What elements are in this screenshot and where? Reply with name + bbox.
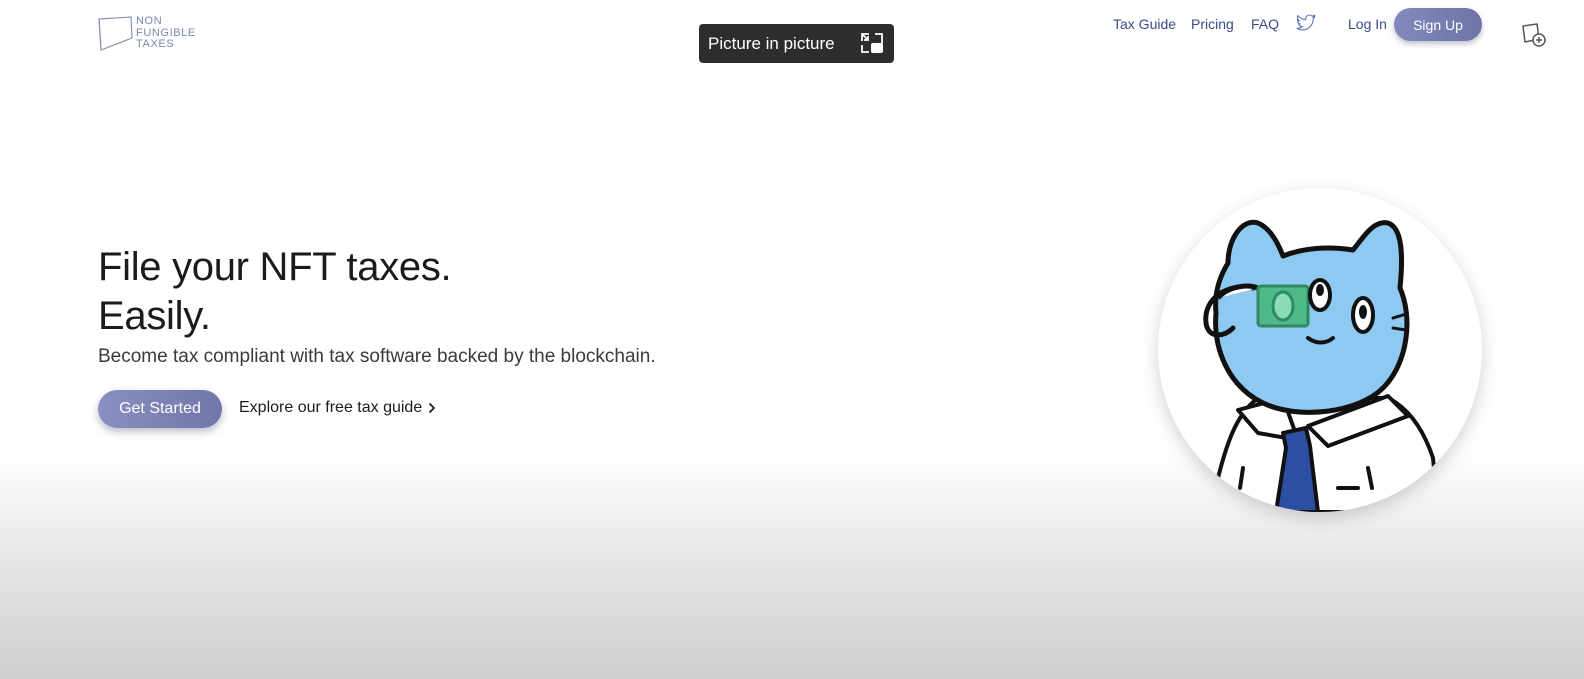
nav-tax-guide[interactable]: Tax Guide [1113,16,1176,32]
picture-in-picture-button[interactable]: Picture in picture [699,24,894,63]
nav-pricing[interactable]: Pricing [1191,16,1234,32]
tax-guide-link[interactable]: Explore our free tax guide [239,399,438,417]
chevron-right-icon [429,403,436,413]
logo-line-1: NON [136,15,163,27]
tax-guide-link-label: Explore our free tax guide [239,399,423,416]
landing-page: NON FUNGIBLE TAXES Picture in picture Ta… [0,0,1584,679]
twitter-icon[interactable] [1296,14,1316,32]
picture-in-picture-label: Picture in picture [708,33,835,53]
nav-faq[interactable]: FAQ [1251,16,1279,32]
hero-subtitle: Become tax compliant with tax software b… [98,346,656,367]
get-started-button[interactable]: Get Started [98,390,222,428]
hero-headline-line-2: Easily. [98,294,211,338]
hero-headline-line-1: File your NFT taxes. [98,245,452,289]
cat-avatar-illustration [1158,188,1482,512]
hero-headline: File your NFT taxes. Easily. [98,243,452,341]
logo-wordmark: NON FUNGIBLE TAXES [136,15,196,51]
logo-line-3: TAXES [136,38,175,50]
nav-login[interactable]: Log In [1348,16,1387,32]
cat-character-image [1203,219,1441,512]
add-extension-icon[interactable] [1520,21,1546,47]
picture-in-picture-icon [861,33,883,53]
logo-mark-icon [98,16,133,51]
signup-button[interactable]: Sign Up [1394,8,1482,41]
